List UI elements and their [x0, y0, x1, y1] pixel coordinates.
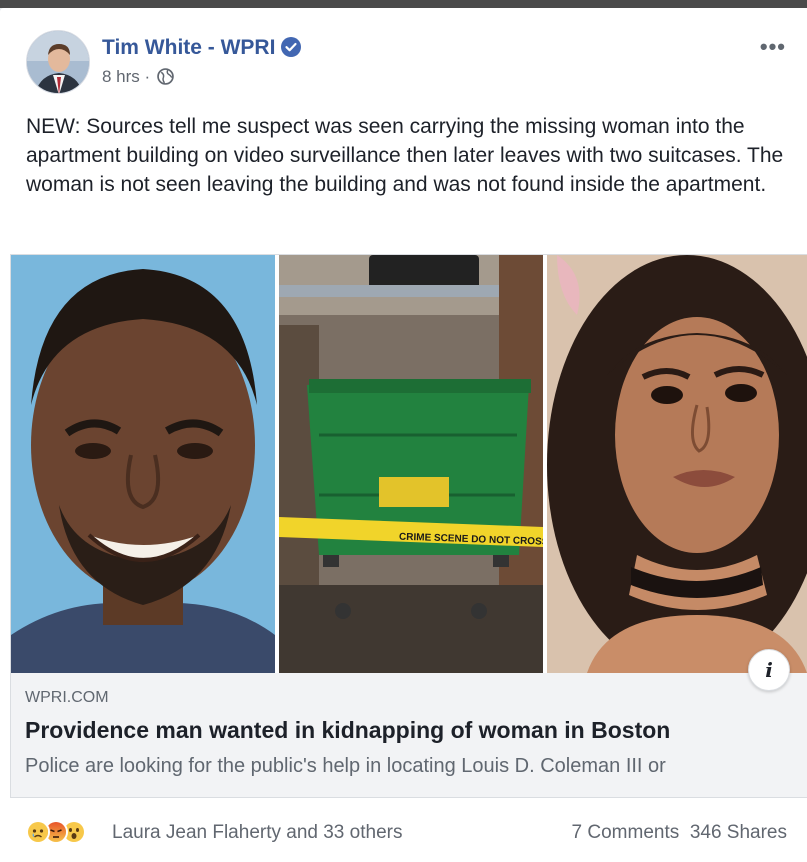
suspect-photo: [11, 255, 275, 673]
verified-badge-icon: [281, 37, 302, 63]
link-description: Police are looking for the public's help…: [25, 755, 666, 777]
link-domain: WPRI.COM: [25, 689, 109, 706]
author-name-link[interactable]: Tim White - WPRI: [102, 36, 275, 59]
post-card: Tim White - WPRI 8 hrs · ••• NEW: Source…: [0, 8, 807, 862]
reaction-names-link[interactable]: Laura Jean Flaherty and 33 others: [112, 822, 402, 844]
post-text: NEW: Sources tell me suspect was seen ca…: [26, 115, 784, 196]
dumpster-photo: CRIME SCENE DO NOT CROSS: [279, 255, 543, 673]
author-avatar[interactable]: [26, 30, 90, 94]
post-meta: 8 hrs ·: [102, 67, 174, 90]
author-name-row: Tim White - WPRI: [102, 36, 302, 63]
shares-count-link[interactable]: 346 Shares: [690, 822, 787, 843]
sad-reaction-icon: [26, 820, 50, 844]
link-headline[interactable]: Providence man wanted in kidnapping of w…: [25, 717, 670, 744]
engagement-counts: 7 Comments 346 Shares: [572, 822, 787, 844]
meta-separator: ·: [144, 67, 151, 86]
missing-woman-photo: [547, 255, 807, 673]
post-header: Tim White - WPRI 8 hrs · •••: [26, 30, 786, 96]
post-timestamp-link[interactable]: 8 hrs: [102, 67, 140, 86]
reactions-bar: Laura Jean Flaherty and 33 others 7 Comm…: [0, 804, 807, 862]
preview-image-collage[interactable]: CRIME SCENE DO NOT CROSS i: [11, 255, 807, 691]
more-options-icon[interactable]: •••: [760, 34, 786, 60]
globe-icon[interactable]: [157, 68, 174, 90]
link-preview[interactable]: CRIME SCENE DO NOT CROSS i WPRI.COM Prov…: [10, 254, 807, 798]
info-icon[interactable]: i: [748, 649, 790, 691]
window-top-strip: [0, 0, 807, 8]
comments-count-link[interactable]: 7 Comments: [572, 822, 680, 843]
